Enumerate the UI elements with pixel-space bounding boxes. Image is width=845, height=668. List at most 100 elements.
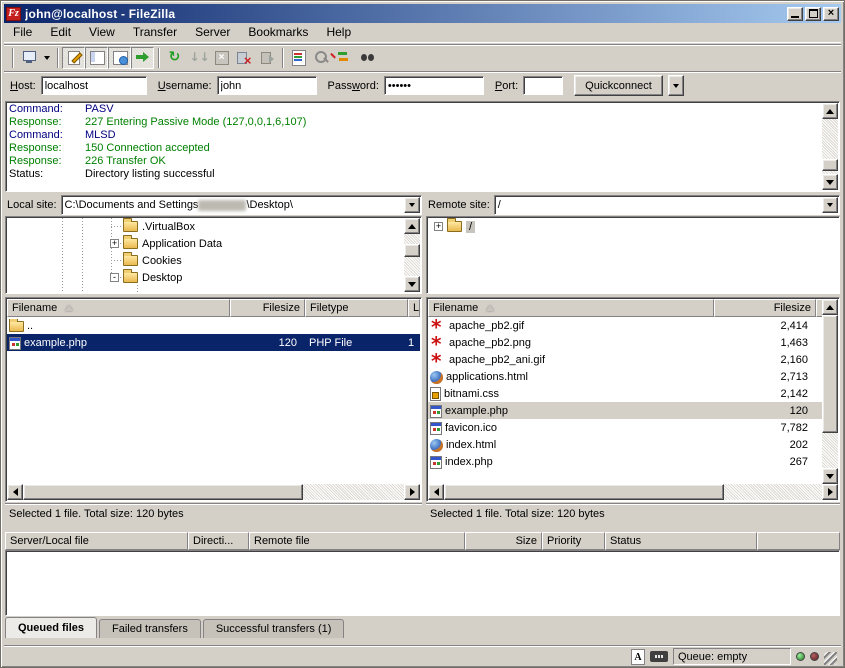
directory-comparison-button[interactable] [310,47,333,69]
scroll-down-button[interactable] [822,468,838,484]
speed-limits-icon[interactable] [650,651,668,662]
toggle-local-tree-button[interactable] [85,47,108,69]
minimize-button[interactable] [787,7,803,21]
local-tree-body[interactable]: .VirtualBox +Application Data Cookies -D… [7,218,404,292]
log-scrollbar[interactable] [822,103,838,190]
maximize-button[interactable] [805,7,821,21]
file-row[interactable]: apache_pb2.png 1,463 [428,334,822,351]
scroll-down-button[interactable] [404,276,420,292]
remote-tree-body[interactable]: + / [428,218,838,292]
scroll-up-button[interactable] [822,103,838,119]
menu-help[interactable]: Help [317,23,360,42]
resize-grip[interactable] [824,652,837,665]
remote-list-hscrollbar[interactable] [428,484,838,500]
menu-transfer[interactable]: Transfer [124,23,186,42]
file-row-parent-dir[interactable]: .. [7,317,420,334]
file-row-selected[interactable]: example.php 120 [428,402,822,419]
file-row[interactable]: apache_pb2.gif 2,414 [428,317,822,334]
scroll-right-button[interactable] [822,484,838,500]
column-header-remote-file[interactable]: Remote file [249,532,465,550]
password-input[interactable] [384,76,484,95]
menu-view[interactable]: View [80,23,124,42]
remote-site-dropdown-button[interactable] [822,197,838,213]
tree-expander-plus[interactable]: + [110,239,119,248]
file-row[interactable]: apache_pb2_ani.gif 2,160 [428,351,822,368]
file-row[interactable]: bitnami.css 2,142 [428,385,822,402]
port-input[interactable] [523,76,563,95]
local-tree-scrollbar[interactable] [404,218,420,292]
toggle-transfer-queue-button[interactable] [131,47,154,69]
scroll-left-button[interactable] [428,484,444,500]
tree-item-desktop[interactable]: -Desktop [7,269,404,286]
local-list-hscrollbar[interactable] [7,484,420,500]
file-row[interactable]: applications.html 2,713 [428,368,822,385]
scroll-right-button[interactable] [404,484,420,500]
scrollbar-thumb[interactable] [404,244,420,257]
column-header-lastmodified[interactable]: L [408,299,420,317]
toggle-remote-tree-button[interactable] [108,47,131,69]
transfer-queue-icon [135,50,151,65]
menu-bookmarks[interactable]: Bookmarks [239,23,317,42]
tree-item-root[interactable]: + / [428,218,838,235]
find-files-button[interactable] [356,47,379,69]
directory-listing-filters-button[interactable] [287,47,310,69]
column-header-size[interactable]: Size [465,532,542,550]
scrollbar-thumb[interactable] [444,484,724,500]
tab-queued-files[interactable]: Queued files [5,617,97,638]
reconnect-button[interactable] [255,47,278,69]
menu-edit[interactable]: Edit [41,23,80,42]
remote-site-combo[interactable]: / [494,195,840,215]
quickconnect-dropdown-button[interactable] [668,75,684,96]
scroll-down-button[interactable] [822,174,838,190]
title-bar[interactable]: Fz john@localhost - FileZilla × [4,4,841,23]
scrollbar-thumb[interactable] [822,159,838,171]
site-manager-button[interactable] [17,47,40,69]
local-site-dropdown-button[interactable] [404,197,420,213]
column-header-server-local-file[interactable]: Server/Local file [5,532,188,550]
toggle-message-log-button[interactable] [62,47,85,69]
file-row-selected[interactable]: example.php 120 PHP File 1 [7,334,420,351]
synchronized-browsing-button[interactable] [333,47,356,69]
tree-item-application-data[interactable]: +Application Data [7,235,404,252]
host-input[interactable] [41,76,147,95]
disconnect-button[interactable] [232,47,255,69]
column-header-filename[interactable]: Filename [7,299,230,317]
queue-list[interactable] [5,550,840,616]
queue-size-indicator: Queue: empty [673,648,791,665]
quickconnect-button[interactable]: Quickconnect [574,75,663,96]
tab-successful-transfers[interactable]: Successful transfers (1) [203,619,345,638]
tree-item-virtualbox[interactable]: .VirtualBox [7,218,404,235]
close-button[interactable]: × [823,7,839,21]
local-site-combo[interactable]: C:\Documents and Settings\Desktop\ [61,195,422,215]
username-input[interactable] [217,76,317,95]
tree-expander-minus[interactable]: - [110,273,119,282]
column-header-filename[interactable]: Filename [428,299,714,317]
scrollbar-thumb[interactable] [822,315,838,433]
scroll-left-button[interactable] [7,484,23,500]
tree-expander-plus[interactable]: + [434,222,443,231]
file-row[interactable]: index.php 267 [428,453,822,470]
process-queue-button[interactable]: ↓↓ [186,47,209,69]
tab-failed-transfers[interactable]: Failed transfers [99,619,201,638]
menu-file[interactable]: File [4,23,41,42]
file-row[interactable]: favicon.ico 7,782 [428,419,822,436]
arrow-down-icon [826,180,834,185]
cancel-operation-button[interactable] [209,47,232,69]
column-header-priority[interactable]: Priority [542,532,605,550]
refresh-button[interactable]: ↻ [163,47,186,69]
chevron-down-icon [673,84,679,88]
site-manager-dropdown-button[interactable] [40,47,53,69]
tree-item-cookies[interactable]: Cookies [7,252,404,269]
remote-list-vscrollbar[interactable] [822,299,838,484]
file-row[interactable]: index.html 202 [428,436,822,453]
column-header-filesize[interactable]: Filesize [714,299,816,317]
scroll-up-button[interactable] [822,299,838,315]
scrollbar-thumb[interactable] [23,484,303,500]
column-header-status[interactable]: Status [605,532,757,550]
column-header-direction[interactable]: Directi... [188,532,249,550]
column-header-filesize[interactable]: Filesize [230,299,305,317]
scroll-up-button[interactable] [404,218,420,234]
menu-server[interactable]: Server [186,23,239,42]
column-header-filetype[interactable]: Filetype [305,299,408,317]
ico-file-icon [430,422,442,435]
